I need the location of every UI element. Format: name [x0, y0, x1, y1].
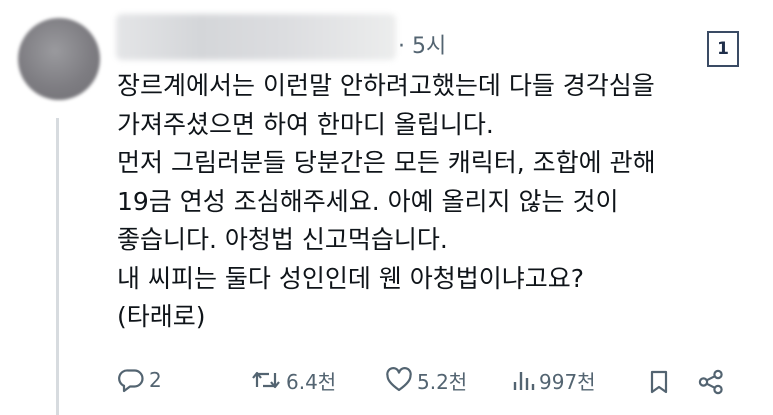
- share-icon: [697, 369, 725, 395]
- post-line: 좋습니다. 아청법 신고먹습니다.: [117, 225, 448, 254]
- post-line: 장르계에서는 이런말 안하려고했는데 다들 경각심을: [117, 71, 655, 100]
- post-body: 장르계에서는 이런말 안하려고했는데 다들 경각심을 가져주셨으면 하여 한마디…: [117, 67, 757, 337]
- heart-icon: [385, 367, 413, 393]
- like-count: 5.2천: [417, 369, 468, 394]
- repost-icon: [250, 367, 282, 393]
- views-button[interactable]: 997천: [511, 365, 596, 395]
- repost-count: 6.4천: [286, 369, 337, 394]
- post-line: 가져주셨으면 하여 한마디 올립니다.: [117, 109, 494, 139]
- blurred-author-name: [116, 14, 396, 60]
- views-count: 997천: [539, 369, 596, 394]
- bookmark-icon: [647, 369, 671, 395]
- share-button[interactable]: [697, 367, 725, 397]
- bookmark-button[interactable]: [647, 367, 671, 397]
- annotation-badge: 1: [707, 31, 739, 67]
- post-timestamp[interactable]: · 5시: [398, 28, 446, 60]
- post-line: (타래로): [117, 302, 206, 331]
- like-button[interactable]: 5.2천: [385, 365, 467, 395]
- repost-button[interactable]: 6.4천: [250, 365, 336, 395]
- reply-count: 2: [149, 368, 162, 392]
- bar-chart-icon: [511, 367, 535, 393]
- post-line: 19금 연성 조심해주세요. 아예 올리지 않는 것이: [117, 186, 619, 216]
- post-line: 내 씨피는 둘다 성인인데 웬 아청법이냐고요?: [117, 263, 585, 293]
- reply-icon: [117, 367, 145, 393]
- reply-button[interactable]: 2: [117, 365, 162, 395]
- post-line: 먼저 그림러분들 당분간은 모든 캐릭터, 조합에 관해: [117, 148, 656, 177]
- thread-connector-line: [56, 118, 59, 415]
- avatar[interactable]: [18, 18, 100, 100]
- action-bar: 2 6.4천 5.2천 997천: [117, 365, 737, 395]
